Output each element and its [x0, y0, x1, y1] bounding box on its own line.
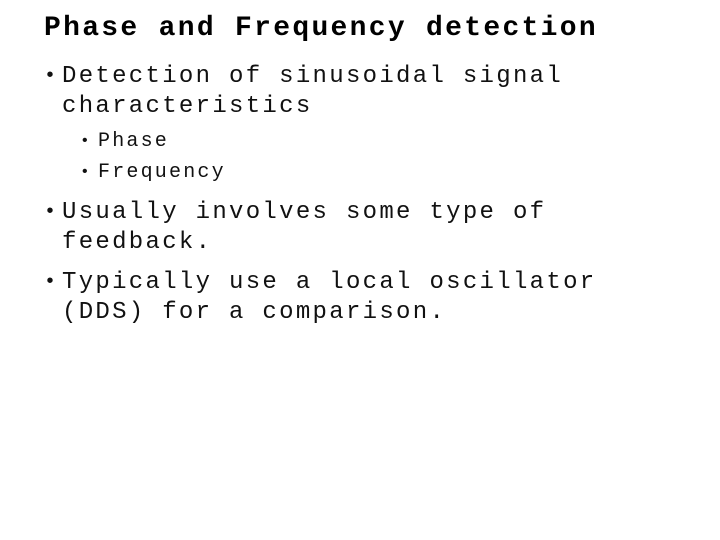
bullet-icon: •: [44, 201, 57, 224]
bullet-text-line: Usually involves some type of: [62, 199, 547, 226]
slide-title: Phase and Frequency detection: [44, 13, 598, 44]
sub-bullet-list: • Phase • Frequency: [62, 126, 704, 188]
slide: Phase and Frequency detection • Detectio…: [0, 0, 720, 540]
bullet-item: • Typically use a local oscillator (DDS)…: [44, 268, 704, 328]
bullet-text-line: characteristics: [62, 93, 313, 120]
sub-bullet-item: • Phase: [80, 126, 704, 157]
bullet-text-line: Detection of sinusoidal signal: [62, 63, 564, 90]
bullet-text-line: feedback.: [62, 229, 213, 256]
bullet-text-line: (DDS) for a comparison.: [62, 299, 447, 326]
bullet-list: • Detection of sinusoidal signal charact…: [44, 62, 704, 328]
bullet-item: • Detection of sinusoidal signal charact…: [44, 62, 704, 188]
bullet-item: • Usually involves some type of feedback…: [44, 198, 704, 258]
sub-bullet-item: • Frequency: [80, 157, 704, 188]
bullet-icon: •: [80, 132, 90, 150]
bullet-icon: •: [44, 271, 57, 294]
bullet-text-line: Typically use a local oscillator: [62, 269, 597, 296]
sub-bullet-text: Frequency: [98, 161, 226, 184]
sub-bullet-text: Phase: [98, 130, 170, 153]
bullet-icon: •: [80, 163, 90, 181]
bullet-icon: •: [44, 65, 57, 88]
